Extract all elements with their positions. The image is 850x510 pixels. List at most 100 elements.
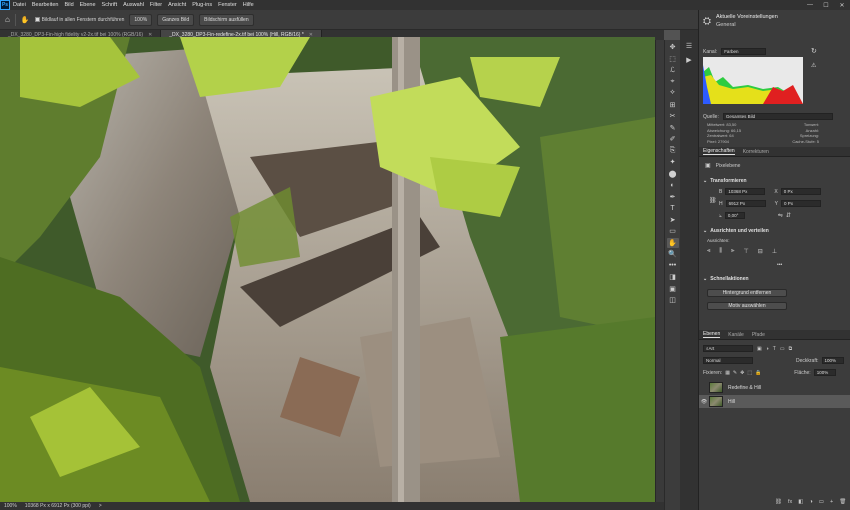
layer-row[interactable]: Redefine & Hill xyxy=(699,381,850,394)
layer-name[interactable]: Redefine & Hill xyxy=(728,385,761,391)
select-subject-button[interactable]: Motiv auswählen xyxy=(707,302,787,310)
quick-mask-tool-icon[interactable]: ▣ xyxy=(667,284,679,295)
frame-tool-icon[interactable]: ⊞ xyxy=(667,100,679,111)
eye-icon[interactable]: 👁 xyxy=(699,399,709,405)
zoom-tool-icon[interactable]: 🔍 xyxy=(667,249,679,260)
lock-pixels-icon[interactable]: ▦ xyxy=(725,370,730,376)
hand-tool-icon[interactable]: ✋ xyxy=(666,237,679,248)
layer-row-selected[interactable]: 👁 Hill xyxy=(699,395,850,408)
menu-item-2[interactable]: Bild xyxy=(61,2,76,8)
eraser-tool-icon[interactable]: ⬤ xyxy=(667,169,679,180)
source-select[interactable]: Gesamtes Bild xyxy=(722,113,833,120)
status-arrow-icon[interactable]: > xyxy=(99,503,102,509)
menu-item-8[interactable]: Plug-ins xyxy=(189,2,215,8)
more-tools-tool-icon[interactable]: ••• xyxy=(667,261,679,272)
fill-screen-button[interactable]: Bildschirm ausfüllen xyxy=(199,13,254,26)
layer-mask-icon[interactable]: ◧ xyxy=(798,499,803,505)
more-options[interactable]: ••• xyxy=(777,262,782,268)
shape-tool-icon[interactable]: ▭ xyxy=(667,226,679,237)
tab-layers[interactable]: Ebenen xyxy=(703,331,721,338)
lock-artboard-icon[interactable]: ⬚ xyxy=(747,370,752,376)
menu-item-7[interactable]: Ansicht xyxy=(165,2,189,8)
hand-tool-icon[interactable]: ✋ xyxy=(21,16,30,24)
adjustment-layer-icon[interactable]: ◑ xyxy=(809,499,812,505)
filter-adjust-icon[interactable]: ◑ xyxy=(766,346,769,352)
menu-item-5[interactable]: Auswahl xyxy=(120,2,147,8)
checkbox-icon[interactable] xyxy=(34,16,40,22)
layer-name[interactable]: Hill xyxy=(728,399,735,405)
align-middle-icon[interactable]: ⊟ xyxy=(758,248,763,255)
scroll-all-checkbox[interactable]: Bildlauf in allen Fenstern durchführen xyxy=(34,16,124,23)
menu-item-1[interactable]: Bearbeiten xyxy=(29,2,62,8)
stamp-tool-icon[interactable]: ⎘ xyxy=(667,146,679,157)
menu-item-9[interactable]: Fenster xyxy=(215,2,240,8)
channel-select[interactable]: Farben xyxy=(721,48,767,55)
zoom-100-button[interactable]: 100% xyxy=(129,13,153,26)
delete-layer-icon[interactable]: 🗑 xyxy=(839,499,846,505)
brush-tool-icon[interactable]: ✐ xyxy=(667,134,679,145)
y-field[interactable]: 0 Px xyxy=(780,200,821,207)
flip-horizontal-icon[interactable]: ⇋ xyxy=(778,212,783,219)
lock-move-icon[interactable]: ✥ xyxy=(740,370,744,376)
document-image[interactable] xyxy=(0,37,655,502)
align-bottom-icon[interactable]: ⊥ xyxy=(772,248,777,255)
screen-mode-tool-icon[interactable]: ◫ xyxy=(667,295,679,306)
menu-item-0[interactable]: Datei xyxy=(10,2,29,8)
lock-paint-icon[interactable]: ✎ xyxy=(733,370,737,376)
align-center-h-icon[interactable]: ⫼ xyxy=(719,248,722,255)
tab-properties[interactable]: Eigenschaften xyxy=(703,148,735,155)
marquee-tool-icon[interactable]: ⬚ xyxy=(667,54,679,65)
width-field[interactable]: 10368 Px xyxy=(725,188,766,195)
lasso-tool-icon[interactable]: ℒ xyxy=(667,65,679,76)
align-right-icon[interactable]: ⫸ xyxy=(731,248,734,255)
vertical-scrollbar[interactable] xyxy=(656,40,664,502)
refresh-icon[interactable]: ↻ xyxy=(811,47,817,55)
link-icon[interactable]: ⛓ xyxy=(709,197,717,204)
flip-vertical-icon[interactable]: ⇵ xyxy=(786,212,791,219)
tab-adjustments[interactable]: Korrekturen xyxy=(743,149,769,155)
gradient-tool-icon[interactable]: ◐ xyxy=(667,180,679,191)
maximize-icon[interactable]: ☐ xyxy=(818,2,834,9)
fit-screen-button[interactable]: Ganzes Bild xyxy=(157,13,195,26)
menu-item-6[interactable]: Filter xyxy=(147,2,165,8)
new-group-icon[interactable]: ▭ xyxy=(819,499,824,505)
filter-pixel-icon[interactable]: ▣ xyxy=(757,346,762,352)
filter-type-icon[interactable]: T xyxy=(773,346,776,352)
x-field[interactable]: 0 Px xyxy=(780,188,821,195)
history-brush-tool-icon[interactable]: ✦ xyxy=(667,157,679,168)
status-zoom[interactable]: 100% xyxy=(4,503,17,509)
tab-channels[interactable]: Kanäle xyxy=(728,332,744,338)
pen-tool-icon[interactable]: ✒ xyxy=(667,192,679,203)
link-layers-icon[interactable]: ⛓ xyxy=(775,499,782,505)
home-icon[interactable]: ⌂ xyxy=(5,15,10,24)
type-tool-icon[interactable]: T xyxy=(667,203,679,214)
angle-field[interactable]: 0,00° xyxy=(724,212,745,219)
photoshop-logo-icon[interactable]: Ps xyxy=(0,0,10,10)
history-panel-icon[interactable]: ☰ xyxy=(686,42,692,50)
menu-item-3[interactable]: Ebene xyxy=(77,2,99,8)
actions-panel-icon[interactable]: ▶ xyxy=(686,56,691,64)
menu-item-4[interactable]: Schrift xyxy=(99,2,121,8)
minimize-icon[interactable]: — xyxy=(802,2,818,9)
tab-paths[interactable]: Pfade xyxy=(752,332,765,338)
remove-background-button[interactable]: Hintergrund entfernen xyxy=(707,289,787,297)
align-top-icon[interactable]: ⊤ xyxy=(744,248,749,255)
crop-tool-icon[interactable]: ⟡ xyxy=(667,88,679,99)
close-icon[interactable]: ✕ xyxy=(834,2,850,9)
fill-field[interactable]: 100% xyxy=(813,369,836,376)
move-tool-icon[interactable]: ✥ xyxy=(667,42,679,53)
filter-smart-icon[interactable]: ⧉ xyxy=(789,346,793,352)
align-section[interactable]: ⌄ Ausrichten und verteilen xyxy=(703,228,769,234)
transform-section[interactable]: ⌄ Transformieren xyxy=(703,178,747,184)
object-select-tool-icon[interactable]: ⌖ xyxy=(667,77,679,88)
eyedropper-tool-icon[interactable]: ✂ xyxy=(667,111,679,122)
opacity-field[interactable]: 100% xyxy=(821,357,844,364)
height-field[interactable]: 6912 Px xyxy=(725,200,766,207)
quick-actions-section[interactable]: ⌄ Schnellaktionen xyxy=(703,276,749,282)
align-left-icon[interactable]: ⫷ xyxy=(707,248,710,255)
lock-all-icon[interactable]: 🔒 xyxy=(755,370,761,376)
layer-style-icon[interactable]: fx xyxy=(788,499,792,505)
heal-tool-icon[interactable]: ✎ xyxy=(667,123,679,134)
path-select-tool-icon[interactable]: ➤ xyxy=(667,215,679,226)
menu-item-10[interactable]: Hilfe xyxy=(240,2,257,8)
